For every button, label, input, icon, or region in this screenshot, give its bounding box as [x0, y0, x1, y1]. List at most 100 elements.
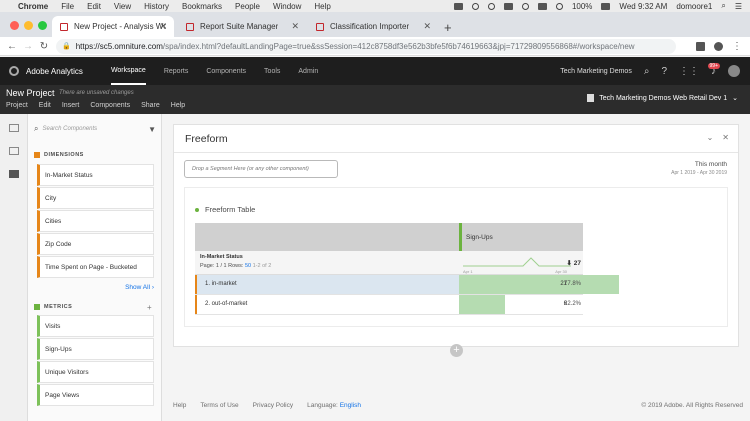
dimension-zip-code[interactable]: Zip Code — [37, 233, 154, 255]
mac-menu-people[interactable]: People — [235, 2, 260, 11]
mac-menu-app[interactable]: Chrome — [18, 2, 48, 11]
component-search[interactable]: ⌕ Search Components ▼ — [34, 122, 156, 136]
report-suite-selector[interactable]: Tech Marketing Demos Web Retail Dev 1 ⌄ — [587, 94, 738, 102]
mac-menu-edit[interactable]: Edit — [87, 2, 101, 11]
avatar[interactable] — [728, 65, 740, 77]
battery-percent: 100% — [571, 1, 593, 11]
dimension-cities[interactable]: Cities — [37, 210, 154, 232]
extension-icon[interactable] — [696, 41, 705, 51]
sync-icon[interactable] — [471, 2, 479, 10]
help-icon[interactable]: ? — [661, 66, 667, 77]
add-metric-icon[interactable]: + — [147, 303, 152, 312]
panel-title[interactable]: Freeform — [185, 133, 228, 145]
panels-icon[interactable] — [9, 124, 19, 132]
profile-icon[interactable] — [714, 41, 723, 51]
search-icon[interactable]: ⌕ — [644, 66, 650, 77]
dimensions-heading-label: DIMENSIONS — [44, 152, 84, 158]
time-machine-icon[interactable] — [521, 2, 529, 10]
mac-menu-bookmarks[interactable]: Bookmarks — [182, 2, 222, 11]
menu-edit[interactable]: Edit — [39, 102, 51, 109]
mac-menu-history[interactable]: History — [144, 2, 169, 11]
dimension-in-market-status[interactable]: In-Market Status — [37, 164, 154, 186]
add-panel-icon[interactable]: + — [450, 344, 463, 357]
tab-close-icon[interactable]: ✕ — [159, 21, 167, 32]
browser-menu-icon[interactable]: ⋮ — [732, 41, 742, 52]
dimension-column-title[interactable]: In-Market Status — [200, 254, 243, 260]
unsaved-changes-note: There are unsaved changes — [59, 90, 134, 96]
close-icon[interactable]: ✕ — [722, 133, 729, 142]
forward-icon[interactable]: → — [20, 41, 36, 52]
spotlight-icon[interactable]: ⌕ — [721, 1, 725, 11]
table-row[interactable]: 1. in-market 21 77.8% — [195, 275, 619, 295]
metric-page-views[interactable]: Page Views — [37, 384, 154, 406]
components-icon[interactable] — [9, 170, 19, 178]
show-all-link[interactable]: Show All › — [37, 284, 154, 291]
nav-tools[interactable]: Tools — [264, 57, 280, 85]
table-row[interactable]: 2. out-of-market 6 22.2% — [195, 295, 583, 315]
language-selector[interactable]: English — [340, 402, 361, 409]
app-brand[interactable]: Adobe Analytics — [26, 67, 83, 76]
battery-icon[interactable] — [601, 2, 611, 10]
visualizations-icon[interactable] — [9, 147, 19, 155]
mac-menu-view[interactable]: View — [114, 2, 131, 11]
mac-menu-help[interactable]: Help — [314, 2, 330, 11]
menu-insert[interactable]: Insert — [62, 102, 80, 109]
sort-down-icon[interactable]: ⬇ — [567, 260, 572, 267]
browser-tab-report-suite-manager[interactable]: Report Suite Manager ✕ — [178, 16, 306, 37]
menu-project[interactable]: Project — [6, 102, 28, 109]
display-icon[interactable] — [503, 2, 513, 10]
search-icon: ⌕ — [34, 124, 39, 133]
recording-icon[interactable] — [453, 2, 463, 10]
date-range-picker[interactable]: This month Apr 1 2019 - Apr 30 2019 — [671, 161, 727, 176]
row-label[interactable]: 2. out-of-market — [205, 301, 247, 307]
adobe-analytics-logo-icon[interactable] — [9, 66, 19, 76]
menu-share[interactable]: Share — [141, 102, 160, 109]
nav-workspace[interactable]: Workspace — [110, 57, 146, 85]
window-zoom-button[interactable] — [38, 21, 47, 30]
menu-components[interactable]: Components — [90, 102, 130, 109]
menu-help[interactable]: Help — [171, 102, 185, 109]
metric-unique-visitors[interactable]: Unique Visitors — [37, 361, 154, 383]
segment-drop-zone[interactable]: Drop a Segment Here (or any other compon… — [184, 160, 338, 178]
new-tab-button[interactable]: + — [444, 20, 452, 35]
dimension-city[interactable]: City — [37, 187, 154, 209]
mac-menu-file[interactable]: File — [61, 2, 74, 11]
rows-per-page-select[interactable]: 50 — [245, 263, 251, 269]
footer-help-link[interactable]: Help — [173, 402, 186, 409]
browser-tab-classification-importer[interactable]: Classification Importer ✕ — [308, 16, 438, 37]
wifi-icon[interactable] — [555, 2, 563, 10]
chevron-down-icon[interactable]: ⌄ — [707, 133, 714, 142]
column-header-sign-ups[interactable]: Sign-Ups — [459, 223, 583, 251]
nav-admin[interactable]: Admin — [298, 57, 318, 85]
dropbox-icon[interactable] — [487, 2, 495, 10]
tab-close-icon[interactable]: ✕ — [423, 21, 431, 32]
url-host: https://sc5.omniture.com — [75, 41, 163, 51]
filter-icon[interactable]: ▼ — [148, 125, 156, 134]
window-close-button[interactable] — [10, 21, 19, 30]
project-title[interactable]: New Project — [6, 88, 55, 98]
notification-center-icon[interactable]: ☰ — [735, 2, 742, 11]
window-minimize-button[interactable] — [24, 21, 33, 30]
lock-icon[interactable]: 🔒 — [62, 42, 71, 50]
user-name[interactable]: domoore1 — [676, 2, 712, 11]
metric-sign-ups[interactable]: Sign-Ups — [37, 338, 154, 360]
mac-menu-window[interactable]: Window — [273, 2, 301, 11]
address-bar[interactable]: 🔒 https://sc5.omniture.com /spa/index.ht… — [56, 38, 676, 54]
reload-icon[interactable]: ↻ — [36, 41, 52, 52]
footer-terms-link[interactable]: Terms of Use — [200, 402, 238, 409]
bluetooth-icon[interactable] — [537, 2, 547, 10]
tab-close-icon[interactable]: ✕ — [291, 21, 299, 32]
back-icon[interactable]: ← — [4, 41, 20, 52]
browser-tab-analysis-workspace[interactable]: New Project - Analysis Workspa ✕ — [52, 16, 174, 37]
nav-components[interactable]: Components — [206, 57, 246, 85]
row-label[interactable]: 1. in-market — [205, 281, 237, 287]
viz-title[interactable]: Freeform Table — [205, 205, 255, 214]
tab-label: Classification Importer — [330, 22, 410, 31]
company-switcher[interactable]: Tech Marketing Demos — [560, 68, 632, 75]
clock[interactable]: Wed 9:32 AM — [619, 2, 667, 11]
footer-privacy-link[interactable]: Privacy Policy — [253, 402, 293, 409]
metric-visits[interactable]: Visits — [37, 315, 154, 337]
dimension-time-spent-bucketed[interactable]: Time Spent on Page - Bucketed — [37, 256, 154, 278]
nav-reports[interactable]: Reports — [164, 57, 189, 85]
apps-grid-icon[interactable]: ⋮⋮ — [679, 66, 699, 77]
